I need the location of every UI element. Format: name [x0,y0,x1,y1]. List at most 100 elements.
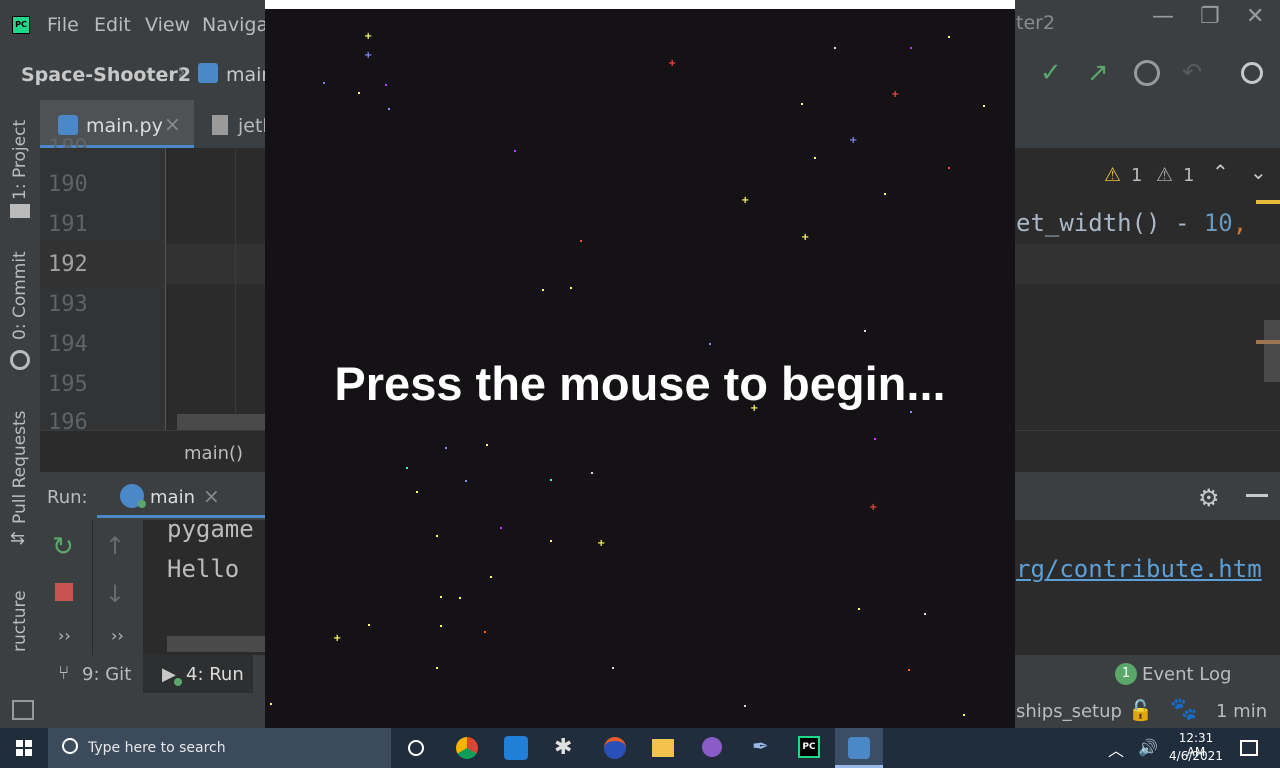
stop-icon[interactable] [55,583,73,601]
star [963,714,965,716]
restore-icon[interactable]: ❐ [1200,4,1220,29]
cortana-icon[interactable] [408,740,424,756]
vscode-icon[interactable] [504,736,528,760]
console-scrollbar[interactable] [167,636,265,652]
menu-edit[interactable]: Edit [94,14,131,36]
pycharm-logo-icon: PC [12,16,30,34]
star [323,82,325,84]
warning-count[interactable]: 1 [1131,165,1142,186]
star [908,669,910,671]
function-crumb[interactable]: main() [184,443,243,464]
close-tab-icon[interactable]: × [164,112,181,136]
star [983,105,985,107]
gutter-clip [40,148,165,156]
weak-warning-count[interactable]: 1 [1183,165,1194,186]
run-label: Run: [47,487,88,508]
star [591,472,593,474]
gear-icon[interactable]: ⚙ [1198,484,1220,512]
star [368,624,370,626]
star [910,411,912,413]
star [486,444,488,446]
tab-label[interactable]: jetl [238,115,268,137]
project-crumb[interactable]: Space-Shooter2 [21,64,191,86]
python-icon[interactable] [848,737,870,759]
layout-toggle-icon[interactable] [12,700,34,720]
volume-icon[interactable]: 🔊 [1138,738,1158,757]
star [834,47,836,49]
chevron-up-icon[interactable]: ⌃ [1212,160,1229,184]
vertical-scrollbar[interactable] [1264,320,1280,382]
feather-icon[interactable]: ✒ [752,734,769,758]
star [924,613,926,615]
star [550,540,552,542]
paw-icon[interactable]: 🐾 [1170,697,1197,722]
star: + [364,31,373,42]
running-dot-icon [174,678,182,686]
pygame-window[interactable]: + + + + + + + + + + + Press the mouse to begin... [265,0,1015,728]
status-branch[interactable]: ships_setup [1016,701,1122,722]
star [744,705,746,707]
menu-file[interactable]: File [47,14,79,36]
star [612,667,614,669]
star [416,491,418,493]
star [884,193,886,195]
minimize-icon[interactable]: — [1152,4,1174,29]
notifications-icon[interactable] [1240,740,1258,756]
hide-panel-icon[interactable] [1246,494,1268,497]
windows-start-icon[interactable] [16,740,32,756]
menu-view[interactable]: View [145,14,190,36]
slack-icon[interactable]: ✱ [554,737,572,759]
chrome-icon[interactable] [456,737,478,759]
star [406,467,408,469]
scroll-marker [1256,340,1280,344]
rerun-icon[interactable]: ↻ [52,532,74,562]
star [440,625,442,627]
event-log-button[interactable]: Event Log [1142,664,1231,685]
side-tab-pull-requests[interactable]: Pull Requests [10,411,30,525]
git-branch-icon: ⑂ [58,662,70,684]
clock-date[interactable]: 4/6/2021 [1168,749,1224,763]
commit-check-icon[interactable]: ✓ [1040,58,1062,88]
horizontal-scrollbar[interactable] [177,414,265,430]
star [948,167,950,169]
menu-navigate[interactable]: Naviga [202,14,268,36]
star: + [801,232,810,243]
pycharm-icon[interactable]: PC [798,736,820,758]
arrow-down-icon[interactable]: ↓ [105,580,125,608]
pygame-titlebar-edge [265,0,1015,9]
text-file-icon [212,115,228,135]
indent-guide [235,148,236,430]
side-tab-project[interactable]: 1: Project [10,120,30,200]
rollback-icon[interactable]: ↶ [1182,58,1202,86]
chevron-down-icon[interactable]: ⌄ [1250,160,1267,184]
line-number: 196 [48,410,88,430]
file-explorer-icon[interactable] [652,739,674,757]
side-tab-structure[interactable]: ructure [10,590,30,652]
star: + [849,135,858,146]
bottom-tab-git[interactable]: 9: Git [82,664,131,685]
star [570,287,572,289]
lock-icon[interactable]: 🔓 [1128,698,1153,722]
star: + [741,195,750,206]
more-icon[interactable]: ›› [111,626,124,645]
console-link[interactable]: rg/contribute.htm [1016,555,1262,583]
bottom-tab-run[interactable]: 4: Run [186,664,244,685]
push-arrow-icon[interactable]: ↗ [1087,58,1109,88]
close-run-tab-icon[interactable]: × [203,484,220,508]
star [542,289,544,291]
close-window-icon[interactable]: ✕ [1246,4,1264,29]
folder-icon [10,204,30,218]
line-number: 191 [48,212,88,237]
search-icon[interactable] [1241,62,1263,84]
side-tab-commit[interactable]: 0: Commit [10,251,30,340]
run-config-tab[interactable]: main [150,487,195,508]
star [490,576,492,578]
github-desktop-icon[interactable] [702,737,722,757]
arrow-up-icon[interactable]: ↑ [105,532,125,560]
chevron-right-icon: › [177,60,186,85]
more-icon[interactable]: ›› [58,626,71,645]
history-icon[interactable] [1134,60,1160,86]
app-icon[interactable] [604,737,626,759]
chevron-up-icon[interactable]: ︿ [1108,737,1124,761]
code-text: et_width() - 10, [1016,209,1248,237]
